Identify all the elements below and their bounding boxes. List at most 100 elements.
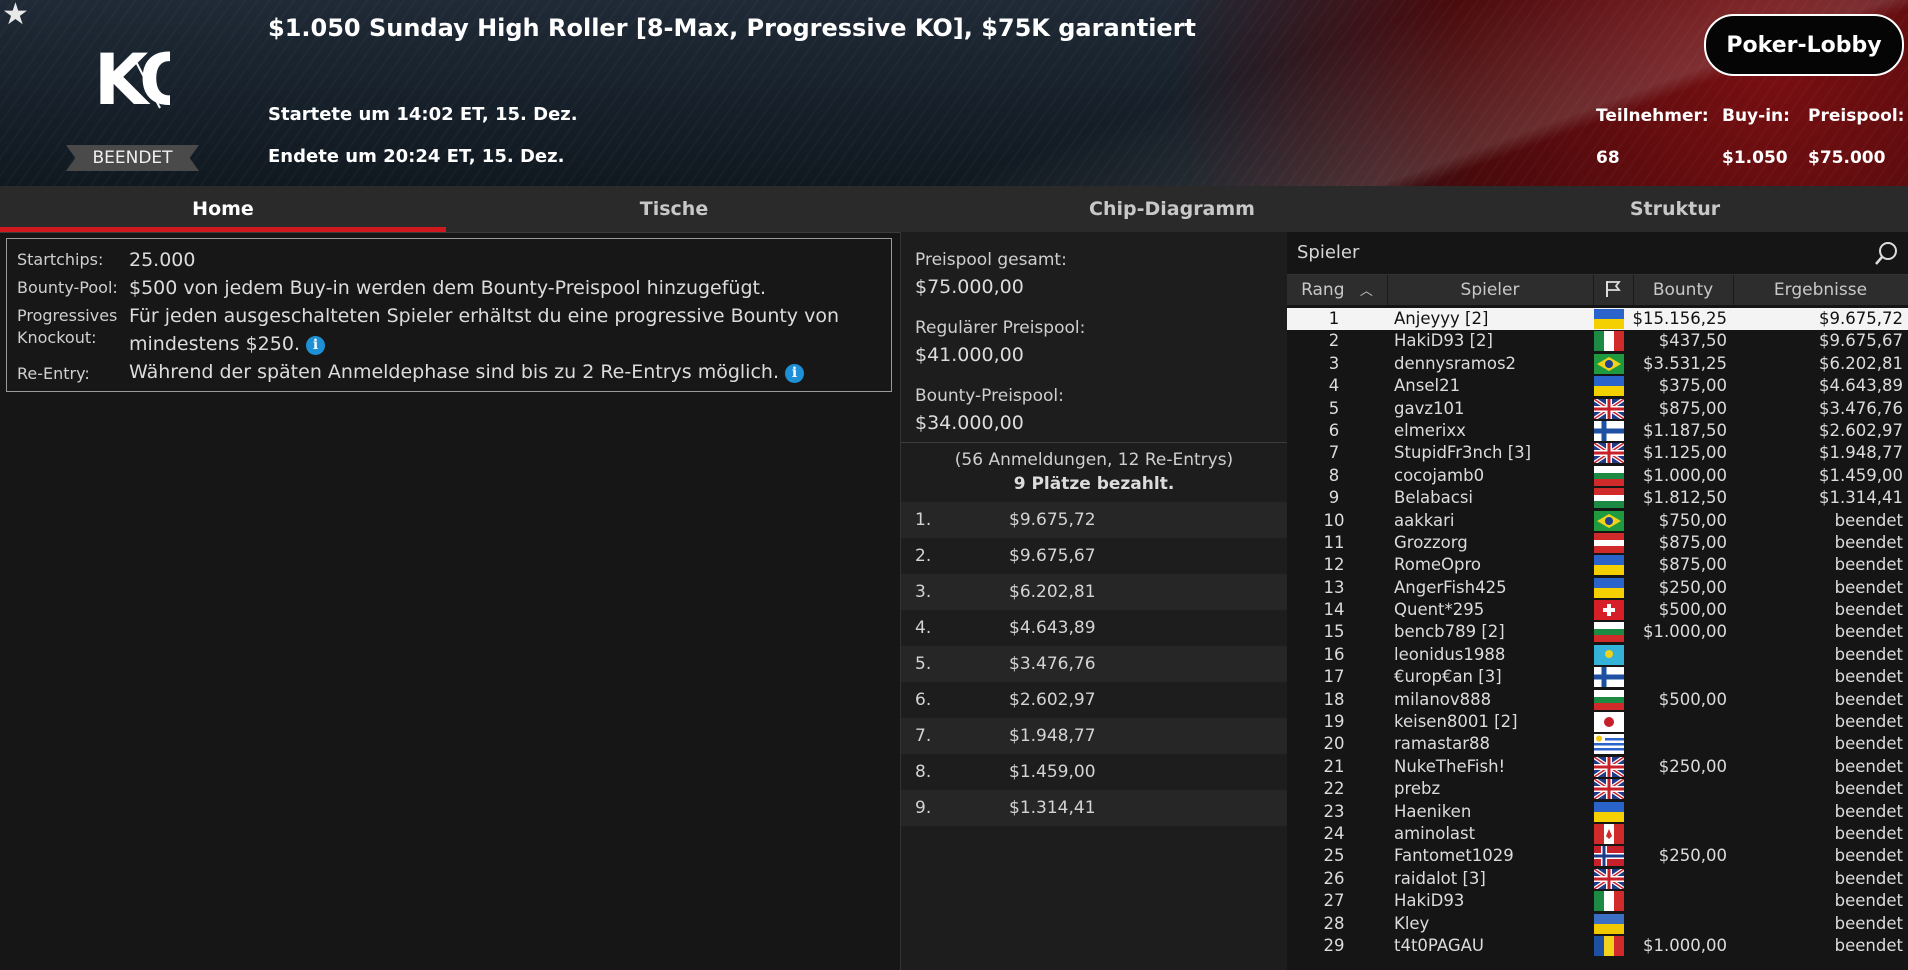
search-icon[interactable] [1874, 240, 1900, 266]
table-row[interactable]: 20 ramastar88 beendet [1287, 733, 1908, 755]
table-row[interactable]: 15 bencb789 [2] $1.000,00 beendet [1287, 621, 1908, 643]
column-bounty[interactable]: Bounty [1633, 275, 1734, 305]
payout-row: 3. $6.202,81 [901, 574, 1287, 610]
table-row[interactable]: 21 NukeTheFish! $250,00 beendet [1287, 756, 1908, 778]
player-name: RomeOpro [1394, 555, 1482, 575]
country-flag-icon [1594, 532, 1624, 553]
tab-chip-chart[interactable]: Chip-Diagramm [902, 186, 1442, 232]
column-player[interactable]: Spieler [1387, 275, 1594, 305]
table-row[interactable]: 16 leonidus1988 beendet [1287, 644, 1908, 666]
info-icon[interactable]: i [306, 336, 325, 355]
info-icon[interactable]: i [785, 364, 804, 383]
players-table-header: Rang ︿ Spieler Bounty Ergebnisse [1287, 275, 1908, 305]
sort-asc-icon[interactable]: ︿ [1360, 284, 1373, 299]
divider [901, 442, 1287, 443]
table-row[interactable]: 7 StupidFr3nch [3] $1.125,00 $1.948,77 [1287, 442, 1908, 464]
buyin-label: Buy-in: [1722, 106, 1790, 126]
regular-pool-value: $41.000,00 [915, 344, 1024, 366]
bounty-pool-label: Bounty-Preispool: [915, 386, 1064, 406]
paid-places: 9 Plätze bezahlt. [1013, 474, 1175, 494]
table-row[interactable]: 29 t4t0PAGAU $1.000,00 beendet [1287, 935, 1908, 957]
table-row[interactable]: 26 raidalot [3] beendet [1287, 868, 1908, 890]
reentry-label: Re-Entry: [17, 364, 90, 383]
country-flag-icon [1594, 510, 1624, 531]
table-row[interactable]: 28 Kley beendet [1287, 913, 1908, 935]
player-name: Quent*295 [1394, 600, 1485, 620]
table-row[interactable]: 11 Grozzorg $875,00 beendet [1287, 532, 1908, 554]
player-result: $3.476,76 [1819, 398, 1903, 418]
country-flag-icon [1594, 600, 1624, 621]
player-result: beendet [1834, 779, 1903, 799]
country-flag-icon [1594, 756, 1624, 777]
table-row[interactable]: 27 HakiD93 beendet [1287, 890, 1908, 912]
player-name: NukeTheFish! [1394, 756, 1506, 776]
column-rank[interactable]: Rang ︿ [1287, 275, 1388, 305]
table-row[interactable]: 22 prebz beendet [1287, 778, 1908, 800]
player-bounty: $1.812,50 [1643, 488, 1727, 508]
player-name: aminolast [1394, 823, 1476, 843]
startchips-value: 25.000 [129, 249, 196, 271]
payout-amount: $6.202,81 [1009, 582, 1096, 602]
table-row[interactable]: 14 Quent*295 $500,00 beendet [1287, 599, 1908, 621]
player-rank: 29 [1323, 935, 1345, 955]
favorite-star-icon[interactable]: ★ [2, 0, 29, 30]
payout-amount: $9.675,67 [1009, 546, 1096, 566]
table-row[interactable]: 24 aminolast beendet [1287, 823, 1908, 845]
player-bounty: $1.000,00 [1643, 622, 1727, 642]
table-row[interactable]: 4 Ansel21 $375,00 $4.643,89 [1287, 375, 1908, 397]
table-row[interactable]: 19 keisen8001 [2] beendet [1287, 711, 1908, 733]
tab-tables[interactable]: Tische [446, 186, 902, 232]
player-search-bar[interactable]: Spieler [1287, 232, 1908, 275]
player-rank: 13 [1323, 577, 1345, 597]
table-row[interactable]: 8 cocojamb0 $1.000,00 $1.459,00 [1287, 465, 1908, 487]
table-row[interactable]: 9 Belabacsi $1.812,50 $1.314,41 [1287, 487, 1908, 509]
table-row[interactable]: 12 RomeOpro $875,00 beendet [1287, 554, 1908, 576]
table-row[interactable]: 25 Fantomet1029 $250,00 beendet [1287, 845, 1908, 867]
country-flag-icon [1594, 555, 1624, 576]
column-country[interactable] [1593, 275, 1634, 305]
player-bounty: $875,00 [1658, 398, 1727, 418]
player-rank: 12 [1323, 555, 1345, 575]
player-name: aakkari [1394, 510, 1455, 530]
poker-lobby-button[interactable]: Poker-Lobby [1704, 14, 1904, 76]
table-row[interactable]: 3 dennysramos2 $3.531,25 $6.202,81 [1287, 353, 1908, 375]
bountypool-label: Bounty-Pool: [17, 278, 118, 297]
player-name: raidalot [3] [1394, 868, 1486, 888]
tab-structure[interactable]: Struktur [1442, 186, 1908, 232]
country-flag-icon [1594, 868, 1624, 889]
player-name: keisen8001 [2] [1394, 712, 1518, 732]
players-table-body: 1 Anjeyyy [2] $15.156,25 $9.675,72 2 HakiD93 … [1287, 308, 1908, 957]
player-result: beendet [1834, 644, 1903, 664]
payout-amount: $9.675,72 [1009, 510, 1096, 530]
tab-home[interactable]: Home [0, 186, 446, 232]
table-row[interactable]: 17 €urop€an [3] beendet [1287, 666, 1908, 688]
players-panel: Spieler Rang ︿ Spieler Bounty Ergebnisse… [1287, 232, 1908, 970]
ko-logo-icon: KO [94, 39, 170, 116]
player-rank: 28 [1323, 913, 1345, 933]
table-row[interactable]: 18 milanov888 $500,00 beendet [1287, 689, 1908, 711]
column-result[interactable]: Ergebnisse [1733, 275, 1908, 305]
table-row[interactable]: 1 Anjeyyy [2] $15.156,25 $9.675,72 [1287, 308, 1908, 331]
player-rank: 25 [1323, 846, 1345, 866]
country-flag-icon [1594, 801, 1624, 822]
player-name: Fantomet1029 [1394, 846, 1514, 866]
table-row[interactable]: 6 elmerixx $1.187,50 $2.602,97 [1287, 420, 1908, 442]
table-row[interactable]: 2 HakiD93 [2] $437,50 $9.675,67 [1287, 330, 1908, 352]
player-rank: 9 [1328, 488, 1340, 508]
player-rank: 16 [1323, 644, 1345, 664]
table-row[interactable]: 10 aakkari $750,00 beendet [1287, 510, 1908, 532]
country-flag-icon [1594, 309, 1624, 329]
country-flag-icon [1594, 891, 1624, 912]
payout-rank: 7. [915, 726, 932, 746]
player-result: $1.948,77 [1819, 443, 1903, 463]
player-result: beendet [1834, 712, 1903, 732]
payout-rank: 9. [915, 798, 932, 818]
player-bounty: $437,50 [1658, 331, 1727, 351]
table-row[interactable]: 13 AngerFish425 $250,00 beendet [1287, 577, 1908, 599]
country-flag-icon [1594, 398, 1624, 419]
player-name: t4t0PAGAU [1394, 935, 1484, 955]
table-row[interactable]: 5 gavz101 $875,00 $3.476,76 [1287, 398, 1908, 420]
player-bounty: $500,00 [1658, 689, 1727, 709]
tournament-title: $1.050 Sunday High Roller [8-Max, Progre… [268, 14, 1197, 42]
table-row[interactable]: 23 Haeniken beendet [1287, 801, 1908, 823]
